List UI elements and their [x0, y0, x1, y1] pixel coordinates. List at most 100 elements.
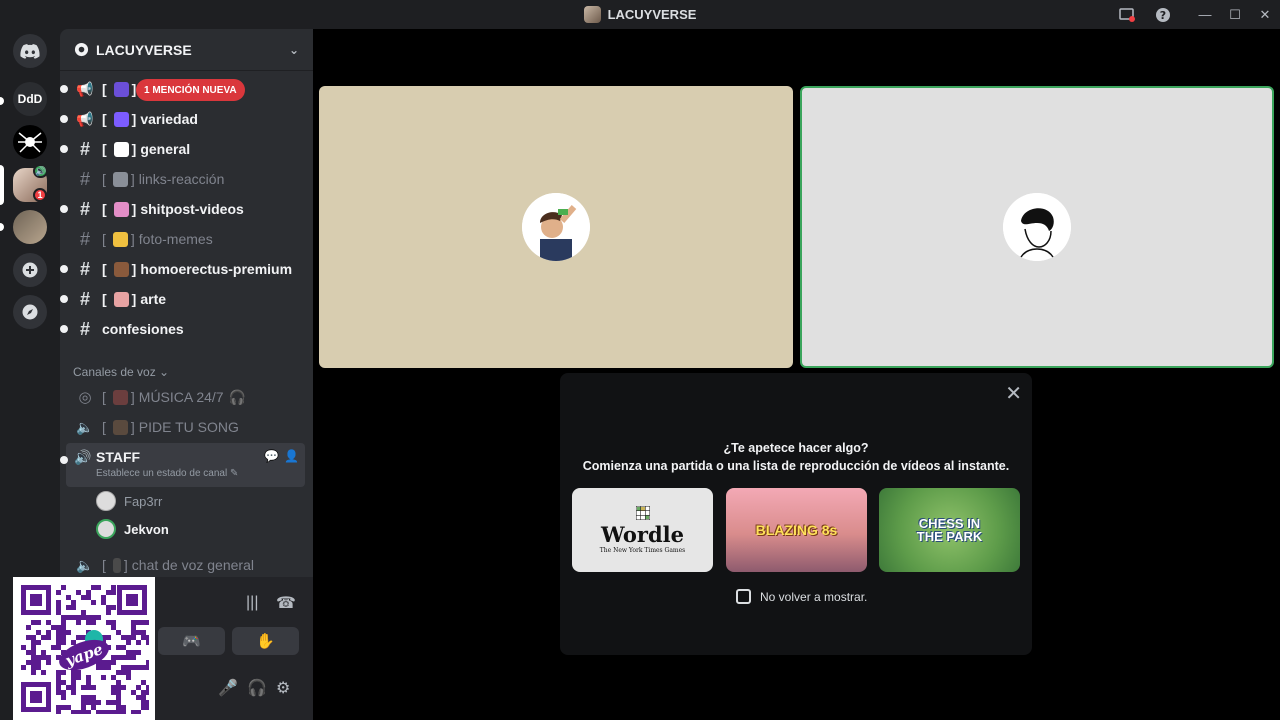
channel-emoji-icon	[113, 141, 129, 157]
server-photo-icon[interactable]	[13, 210, 47, 244]
server-ddd-icon[interactable]: DdD	[13, 82, 47, 116]
channel-name: confesiones	[102, 321, 184, 337]
channel-emoji-icon	[113, 111, 129, 127]
hash-icon: #	[79, 318, 90, 339]
video-tile-user1[interactable]	[319, 86, 793, 368]
hash-icon: #	[79, 138, 90, 159]
activity-card-chess[interactable]: CHESS IN THE PARK	[879, 488, 1020, 572]
gear-icon[interactable]: ⚙	[276, 678, 290, 698]
channel-name: links-reacción	[138, 171, 225, 187]
mention-badge: 1	[33, 188, 47, 202]
channel-name: homoerectus-premium	[140, 261, 293, 277]
server-avatar-icon	[583, 6, 601, 23]
discord-home-icon[interactable]	[13, 34, 47, 68]
invite-member-icon[interactable]: 👤	[284, 449, 299, 463]
chevron-down-icon: ⌄	[288, 42, 299, 57]
channel-item[interactable]: 📢[] variedad	[60, 105, 305, 133]
close-window-icon[interactable]: ✕	[1250, 0, 1280, 29]
megaphone-icon: 📢	[76, 80, 94, 97]
activity-card-blazing-8s[interactable]: BLAZING 8s	[726, 488, 867, 572]
dont-show-label: No volver a mostrar.	[760, 589, 868, 604]
server-lacuyverse-icon[interactable]: 🔊 1	[13, 164, 49, 202]
hash-icon: #	[79, 258, 90, 279]
speaker-icon: 🔈	[76, 418, 94, 435]
channel-item[interactable]: #[] general	[60, 135, 305, 163]
headphones-icon[interactable]: 🎧	[247, 678, 267, 698]
channel-item[interactable]: #[] foto-memes	[68, 225, 305, 253]
window-controls: ? — ☐ ✕	[1112, 0, 1280, 29]
explore-compass-icon[interactable]	[13, 295, 47, 329]
voice-channel-label: STAFF	[96, 449, 141, 465]
activity-heading: ¿Te apetece hacer algo?	[723, 441, 869, 455]
chat-bubble-icon[interactable]: 💬	[264, 449, 279, 463]
channel-emoji-icon	[113, 201, 129, 217]
server-name: LACUYVERSE	[96, 41, 192, 58]
activity-gamepad-button[interactable]: 🎮	[158, 627, 225, 655]
channel-status-hint[interactable]: Establece un estado de canal ✎	[96, 468, 238, 479]
channel-emoji-icon	[113, 261, 129, 277]
channel-emoji-icon	[113, 81, 129, 97]
voice-channel-pide[interactable]: 🔈 [] PIDE TU SONG	[68, 413, 305, 441]
dont-show-again[interactable]: No volver a mostrar.	[736, 589, 867, 604]
maximize-icon[interactable]: ☐	[1220, 0, 1250, 29]
voice-user-jekvon[interactable]: Jekvon	[96, 516, 169, 542]
channel-emoji-icon	[112, 171, 128, 187]
unread-pill	[0, 97, 4, 105]
channel-item[interactable]: #[] homoerectus-premium	[60, 255, 305, 283]
wordle-title: Wordle	[601, 522, 684, 547]
avatar	[96, 491, 116, 511]
discord-app: LACUYVERSE ? — ☐ ✕ DdD 🔊 1 LACUYVERSE ⌄ …	[0, 0, 1280, 720]
video-tile-user2-speaking[interactable]	[800, 86, 1274, 368]
channel-name: arte	[140, 291, 167, 307]
channel-status-text: Establece un estado de canal	[96, 468, 228, 479]
channel-name: variedad	[140, 111, 198, 127]
megaphone-icon: 📢	[76, 110, 94, 127]
unread-dot	[60, 85, 68, 93]
screen-share-icon[interactable]	[1112, 0, 1142, 29]
headphones-icon: 🎧	[228, 388, 247, 405]
hash-icon: #	[79, 168, 90, 189]
activity-card-wordle[interactable]: Wordle The New York Times Games	[572, 488, 713, 572]
microphone-icon[interactable]: 🎤	[218, 678, 238, 698]
unread-dot	[60, 115, 68, 123]
server-header[interactable]: LACUYVERSE ⌄	[60, 29, 313, 71]
channel-item[interactable]: #[] shitpost-videos	[60, 195, 305, 223]
add-server-icon[interactable]	[13, 253, 47, 287]
channel-emoji-icon	[112, 231, 128, 247]
selected-pill	[0, 165, 4, 205]
hash-icon: #	[79, 198, 90, 219]
qr-code-image: yape	[19, 583, 151, 715]
hash-icon: #	[79, 288, 90, 309]
pencil-icon: ✎	[230, 468, 239, 479]
close-icon[interactable]: ✕	[1005, 381, 1022, 406]
new-mention-banner[interactable]: 1 MENCIÓN NUEVA	[136, 79, 245, 101]
voice-channel-label: chat de voz general	[131, 557, 254, 573]
title-bar: LACUYVERSE ? — ☐ ✕	[0, 0, 1280, 29]
voice-user-fap3rr[interactable]: Fap3rr	[96, 488, 162, 514]
server-ddd-label: DdD	[17, 92, 43, 106]
channel-item[interactable]: #[] arte	[60, 285, 305, 313]
voice-channel-musica[interactable]: ◎ [] MÚSICA 24/7 🎧	[68, 383, 305, 411]
soundboard-button[interactable]: ✋	[232, 627, 299, 655]
channel-item[interactable]: # confesiones	[60, 315, 305, 343]
unread-dot	[60, 205, 68, 213]
window-title-text: LACUYVERSE	[607, 7, 697, 22]
voice-channel-general[interactable]: 🔈 [] chat de voz general	[68, 551, 305, 579]
svg-text:?: ?	[1160, 9, 1166, 22]
wordle-subtitle: The New York Times Games	[599, 547, 686, 554]
voice-category[interactable]: Canales de voz ⌄	[73, 365, 169, 379]
minimize-icon[interactable]: —	[1190, 0, 1220, 29]
chess-title: CHESS IN THE PARK	[916, 516, 983, 544]
server-spider-icon[interactable]	[13, 125, 47, 159]
channel-item[interactable]: #[] links-reacción	[68, 165, 305, 193]
dont-show-checkbox[interactable]	[736, 589, 751, 604]
unread-dot	[60, 325, 68, 333]
channel-name: general	[140, 141, 191, 157]
channel-name: shitpost-videos	[140, 201, 244, 217]
voice-stage: ✕ ¿Te apetece hacer algo? Comienza una p…	[313, 29, 1280, 720]
help-icon[interactable]: ?	[1148, 0, 1178, 29]
voice-waveform-icon[interactable]: |||	[246, 594, 258, 612]
disconnect-icon[interactable]: ☎	[276, 593, 296, 613]
unread-dot	[60, 145, 68, 153]
voice-channel-staff[interactable]: 🔊 STAFF Establece un estado de canal ✎ 💬…	[60, 443, 305, 487]
